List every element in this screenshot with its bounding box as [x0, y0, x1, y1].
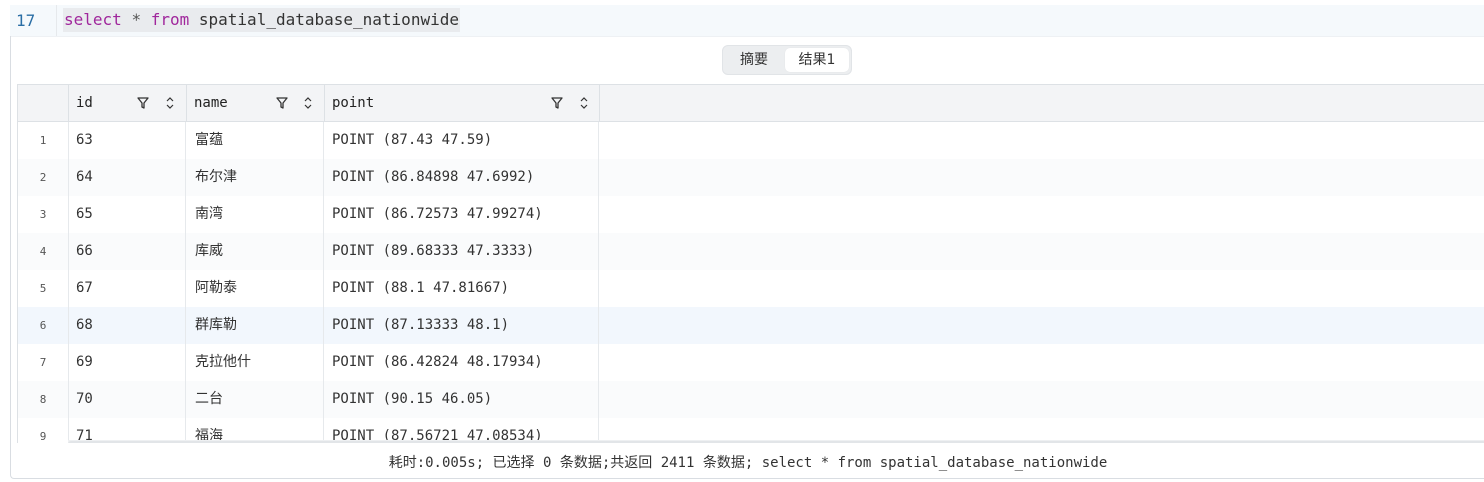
cell-point[interactable]: POINT (89.68333 47.3333): [325, 233, 599, 270]
editor-line[interactable]: 17 select * from spatial_database_nation…: [10, 5, 1484, 37]
cell-name[interactable]: 南湾: [187, 196, 324, 233]
sql-table-name: spatial_database_nationwide: [198, 10, 459, 29]
table-row-hovered[interactable]: 6 68 群库勒 POINT (87.13333 48.1): [18, 307, 1484, 345]
cell-id[interactable]: 68: [69, 307, 186, 344]
line-number: 17: [16, 11, 36, 30]
column-label: point: [332, 95, 375, 111]
cell-point[interactable]: POINT (86.84898 47.6992): [325, 159, 599, 196]
cell-id[interactable]: 64: [69, 159, 186, 196]
sort-icon[interactable]: [165, 95, 175, 111]
table-row[interactable]: 5 67 阿勒泰 POINT (88.1 47.81667): [18, 270, 1484, 308]
cell-point[interactable]: POINT (87.43 47.59): [325, 122, 599, 159]
row-number: 7: [18, 344, 69, 381]
row-number: 5: [18, 270, 69, 307]
cell-name[interactable]: 克拉他什: [187, 344, 324, 381]
result-tab-switch: 摘要 结果1: [722, 45, 852, 75]
column-label: name: [194, 95, 228, 111]
filter-icon[interactable]: [137, 96, 149, 110]
column-header-point[interactable]: point: [325, 85, 600, 121]
grid-header: id name point: [18, 85, 1484, 122]
sql-keyword-from: from: [150, 10, 190, 29]
tab-result-1[interactable]: 结果1: [785, 48, 849, 72]
horizontal-scrollbar[interactable]: [68, 440, 1484, 443]
cell-name[interactable]: 布尔津: [187, 159, 324, 196]
column-header-name[interactable]: name: [187, 85, 325, 121]
sql-keyword-select: select: [64, 10, 122, 29]
tab-summary[interactable]: 摘要: [727, 48, 781, 72]
cell-id[interactable]: 63: [69, 122, 186, 159]
cell-point[interactable]: POINT (88.1 47.81667): [325, 270, 599, 307]
row-number: 3: [18, 196, 69, 233]
row-number: 2: [18, 159, 69, 196]
cell-point[interactable]: POINT (87.13333 48.1): [325, 307, 599, 344]
column-label: id: [76, 95, 93, 111]
table-row[interactable]: 3 65 南湾 POINT (86.72573 47.99274): [18, 196, 1484, 234]
cell-point[interactable]: POINT (86.42824 48.17934): [325, 344, 599, 381]
cell-name[interactable]: 库威: [187, 233, 324, 270]
table-row[interactable]: 2 64 布尔津 POINT (86.84898 47.6992): [18, 159, 1484, 197]
table-row[interactable]: 4 66 库威 POINT (89.68333 47.3333): [18, 233, 1484, 271]
table-row[interactable]: 1 63 富蕴 POINT (87.43 47.59): [18, 122, 1484, 160]
sql-statement[interactable]: select * from spatial_database_nationwid…: [63, 8, 460, 32]
result-grid: id name point 1 63 富蕴 POINT (87.43 47.59…: [17, 84, 1484, 443]
cell-point[interactable]: POINT (90.15 46.05): [325, 381, 599, 418]
result-panel: 摘要 结果1 id name point 1 63 富蕴 POINT (87.4…: [10, 36, 1484, 479]
row-number-header: [18, 85, 69, 121]
row-number: 1: [18, 122, 69, 159]
cell-id[interactable]: 67: [69, 270, 186, 307]
cell-id[interactable]: 70: [69, 381, 186, 418]
sort-icon[interactable]: [303, 95, 313, 111]
sort-icon[interactable]: [579, 95, 589, 111]
cell-name[interactable]: 二台: [187, 381, 324, 418]
gutter-divider: [56, 5, 57, 36]
cell-id[interactable]: 69: [69, 344, 186, 381]
cell-id[interactable]: 66: [69, 233, 186, 270]
cell-name[interactable]: 阿勒泰: [187, 270, 324, 307]
filter-icon[interactable]: [551, 96, 563, 110]
status-bar: 耗时:0.005s; 已选择 0 条数据;共返回 2411 条数据; selec…: [388, 455, 1108, 471]
row-number: 9: [18, 418, 69, 443]
row-number: 8: [18, 381, 69, 418]
cell-name[interactable]: 富蕴: [187, 122, 324, 159]
filter-icon[interactable]: [276, 96, 288, 110]
row-number: 6: [18, 307, 69, 344]
row-number: 4: [18, 233, 69, 270]
table-row[interactable]: 7 69 克拉他什 POINT (86.42824 48.17934): [18, 344, 1484, 382]
scrollbar-thumb[interactable]: [68, 441, 1484, 443]
cell-name[interactable]: 群库勒: [187, 307, 324, 344]
cell-point[interactable]: POINT (86.72573 47.99274): [325, 196, 599, 233]
cell-id[interactable]: 65: [69, 196, 186, 233]
column-header-id[interactable]: id: [69, 85, 187, 121]
sql-star: *: [131, 10, 142, 29]
table-row[interactable]: 8 70 二台 POINT (90.15 46.05): [18, 381, 1484, 419]
